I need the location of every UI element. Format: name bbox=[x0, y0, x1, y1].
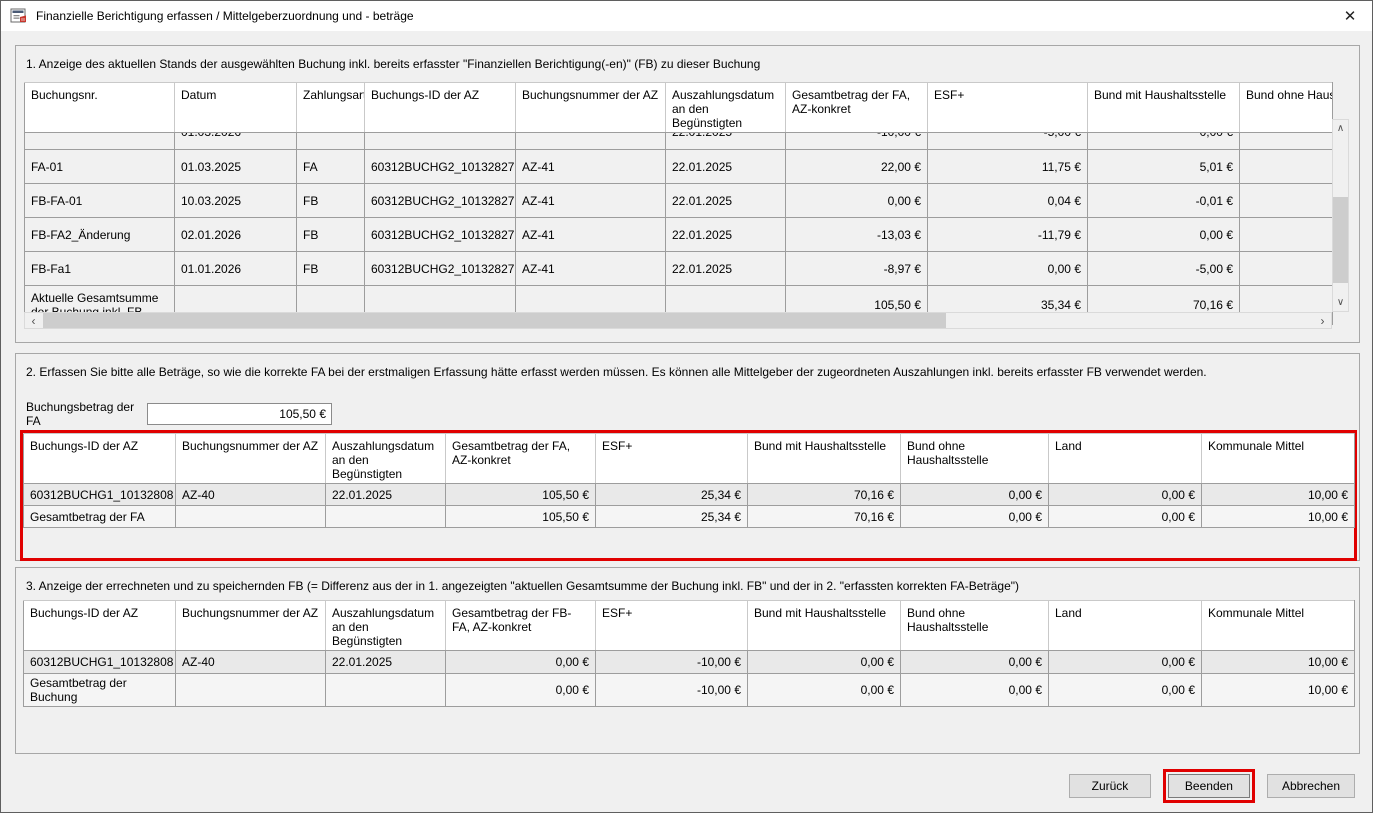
horizontal-scroll-track[interactable] bbox=[42, 313, 1314, 328]
column-header: Buchungs-ID der AZ bbox=[24, 434, 176, 484]
column-header: Kommunale Mittel bbox=[1202, 601, 1355, 651]
amount-cell[interactable]: 0,00 € bbox=[901, 484, 1049, 506]
table-total-row: Gesamtbetrag der FA 105,50 € 25,34 € 70,… bbox=[24, 506, 1355, 528]
column-header: Zahlungsart bbox=[297, 83, 365, 133]
table-row: 60312BUCHG1_10132808 AZ-40 22.01.2025 0,… bbox=[24, 651, 1355, 674]
app-icon bbox=[10, 8, 28, 24]
table-header-row: Buchungsnr. Datum Zahlungsart Buchungs-I… bbox=[25, 83, 1333, 133]
footer-button-bar: Zurück Beenden Abbrechen bbox=[1069, 769, 1355, 803]
amount-cell[interactable]: 0,00 € bbox=[1049, 484, 1202, 506]
column-header: Auszahlungsdatum an den Begünstigten bbox=[326, 434, 446, 484]
column-header: Bund mit Haushaltsstelle bbox=[748, 434, 901, 484]
column-header: Gesamtbetrag der FA, AZ-konkret bbox=[786, 83, 928, 133]
section-1-label: 1. Anzeige des aktuellen Stands der ausg… bbox=[26, 57, 760, 71]
column-header: ESF+ bbox=[596, 434, 748, 484]
scroll-right-icon[interactable]: › bbox=[1314, 313, 1331, 328]
column-header: Bund mit Haushaltsstelle bbox=[748, 601, 901, 651]
column-header: Land bbox=[1049, 434, 1202, 484]
column-header: Land bbox=[1049, 601, 1202, 651]
table-row[interactable]: FB-FA-01 10.03.2025 FB 60312BUCHG2_10132… bbox=[25, 184, 1333, 218]
table-header-row: Buchungs-ID der AZ Buchungsnummer der AZ… bbox=[24, 434, 1355, 484]
column-header: Buchungsnummer der AZ bbox=[176, 601, 326, 651]
column-header: Buchungsnummer der AZ bbox=[176, 434, 326, 484]
horizontal-scrollbar[interactable]: ‹ › bbox=[24, 312, 1332, 329]
vertical-scroll-track[interactable] bbox=[1333, 137, 1348, 294]
amount-cell[interactable]: 70,16 € bbox=[748, 484, 901, 506]
column-header: Auszahlungsdatum an den Begünstigten bbox=[666, 83, 786, 133]
section-2-groupbox: 2. Erfassen Sie bitte alle Beträge, so w… bbox=[15, 353, 1360, 561]
column-header: Bund ohne Haushaltsstelle bbox=[901, 601, 1049, 651]
scroll-left-icon[interactable]: ‹ bbox=[25, 313, 42, 328]
amount-cell[interactable]: 25,34 € bbox=[596, 484, 748, 506]
column-header: Bund mit Haushaltsstelle bbox=[1088, 83, 1240, 133]
column-header: Auszahlungsdatum an den Begünstigten bbox=[326, 601, 446, 651]
back-button[interactable]: Zurück bbox=[1069, 774, 1151, 798]
table-row: 60312BUCHG1_10132808 AZ-40 22.01.2025 10… bbox=[24, 484, 1355, 506]
amount-cell[interactable]: 105,50 € bbox=[446, 484, 596, 506]
column-header: Datum bbox=[175, 83, 297, 133]
table-header-row: Buchungs-ID der AZ Buchungsnummer der AZ… bbox=[24, 601, 1355, 651]
buchungsbetrag-input[interactable] bbox=[147, 403, 332, 425]
column-header: Gesamtbetrag der FB-FA, AZ-konkret bbox=[446, 601, 596, 651]
buchungsbetrag-label: Buchungsbetrag der FA bbox=[26, 400, 147, 428]
column-header: ESF+ bbox=[928, 83, 1088, 133]
finish-button-highlight: Beenden bbox=[1163, 769, 1255, 803]
section-3-label: 3. Anzeige der errechneten und zu speich… bbox=[26, 579, 1019, 593]
finish-button[interactable]: Beenden bbox=[1168, 774, 1250, 798]
column-header: Gesamtbetrag der FA, AZ-konkret bbox=[446, 434, 596, 484]
column-header: Buchungsnummer der AZ bbox=[516, 83, 666, 133]
bookings-overview-table: Buchungsnr. Datum Zahlungsart Buchungs-I… bbox=[24, 82, 1333, 325]
column-header: Buchungs-ID der AZ bbox=[365, 83, 516, 133]
fa-entry-table: Buchungs-ID der AZ Buchungsnummer der AZ… bbox=[23, 433, 1355, 528]
cancel-button[interactable]: Abbrechen bbox=[1267, 774, 1355, 798]
highlighted-entry-area: Buchungs-ID der AZ Buchungsnummer der AZ… bbox=[20, 430, 1357, 561]
window-title: Finanzielle Berichtigung erfassen / Mitt… bbox=[36, 9, 414, 23]
dialog-window: Finanzielle Berichtigung erfassen / Mitt… bbox=[0, 0, 1373, 813]
fb-result-table: Buchungs-ID der AZ Buchungsnummer der AZ… bbox=[23, 600, 1355, 707]
vertical-scrollbar[interactable]: ∧ ∨ bbox=[1332, 119, 1349, 312]
column-header: Buchungs-ID der AZ bbox=[24, 601, 176, 651]
title-bar: Finanzielle Berichtigung erfassen / Mitt… bbox=[1, 1, 1372, 31]
column-header: Bund ohne Haushaltsstelle bbox=[901, 434, 1049, 484]
column-header: Buchungsnr. bbox=[25, 83, 175, 133]
column-header: ESF+ bbox=[596, 601, 748, 651]
table-row[interactable]: FB-FA2_Änderung 02.01.2026 FB 60312BUCHG… bbox=[25, 218, 1333, 252]
section-3-groupbox: 3. Anzeige der errechneten und zu speich… bbox=[15, 567, 1360, 754]
column-header: Kommunale Mittel bbox=[1202, 434, 1355, 484]
amount-cell[interactable]: 10,00 € bbox=[1202, 484, 1355, 506]
close-icon[interactable]: ✕ bbox=[1328, 1, 1372, 31]
scroll-up-icon[interactable]: ∧ bbox=[1333, 120, 1348, 137]
column-header: Bund ohne Haushaltsstelle bbox=[1240, 83, 1333, 133]
table-row[interactable]: FA-01 01.03.2025 FA 60312BUCHG2_10132827… bbox=[25, 150, 1333, 184]
section-1-groupbox: 1. Anzeige des aktuellen Stands der ausg… bbox=[15, 45, 1360, 343]
table-total-row: Gesamtbetrag der Buchung 0,00 € -10,00 €… bbox=[24, 674, 1355, 707]
vertical-scroll-thumb[interactable] bbox=[1333, 197, 1348, 283]
table-row[interactable]: FB-Fa1 01.01.2026 FB 60312BUCHG2_1013282… bbox=[25, 252, 1333, 286]
scroll-down-icon[interactable]: ∨ bbox=[1333, 294, 1348, 311]
horizontal-scroll-thumb[interactable] bbox=[43, 313, 946, 328]
table-row-partial[interactable]: 01.03.2026 22.01.2025 -10,00 € -5,00 € 0… bbox=[25, 133, 1333, 150]
section-2-label: 2. Erfassen Sie bitte alle Beträge, so w… bbox=[26, 365, 1207, 379]
